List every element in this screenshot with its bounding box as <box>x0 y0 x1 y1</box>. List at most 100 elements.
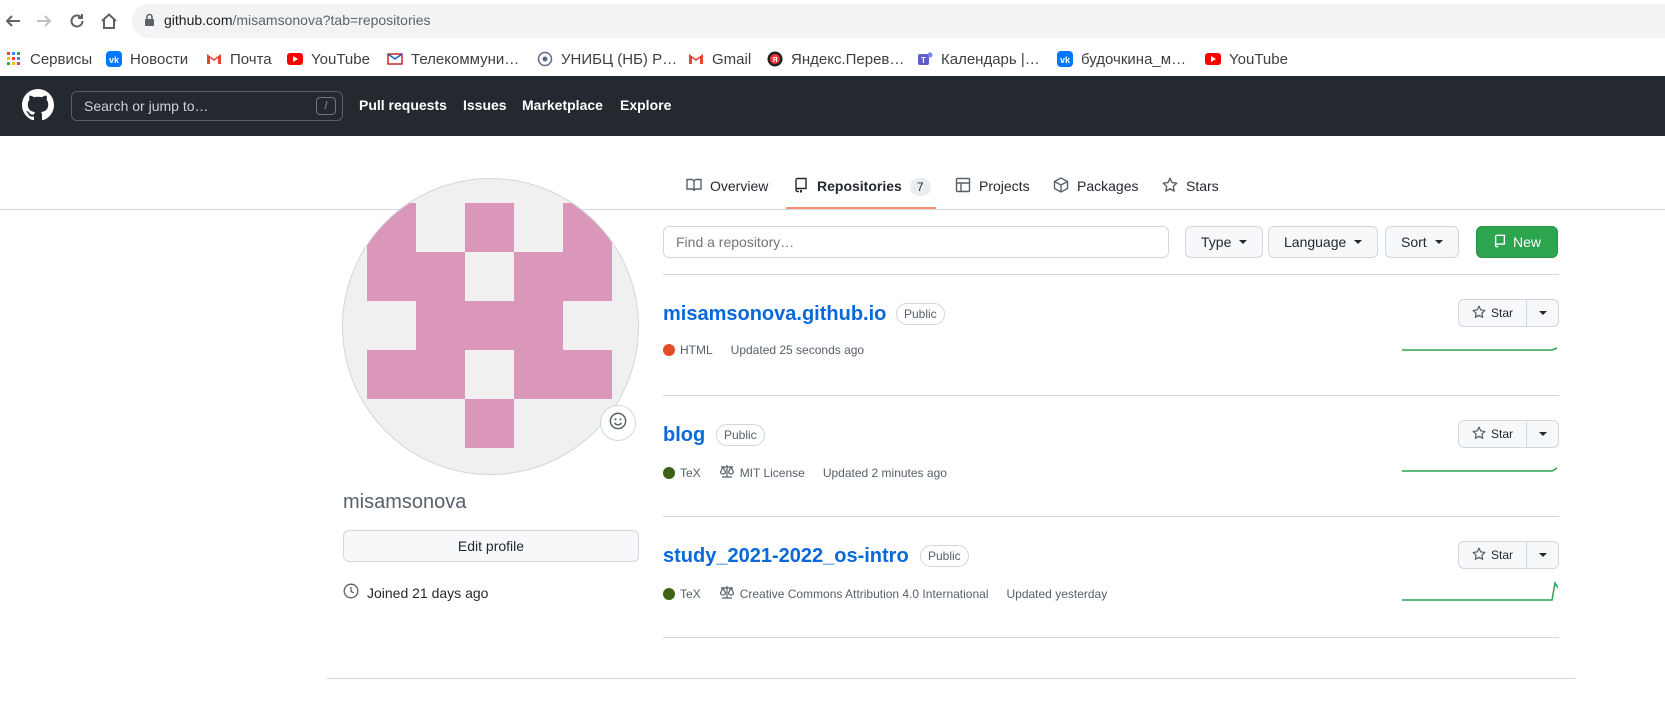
find-repository-input[interactable] <box>663 226 1169 258</box>
repo-updated: Updated 2 minutes ago <box>822 465 947 480</box>
caret-down-icon <box>1538 311 1547 315</box>
avatar[interactable] <box>342 178 639 475</box>
joined-date: Joined 21 days ago <box>343 583 488 602</box>
language-color-dot <box>663 344 675 356</box>
visibility-badge: Public <box>716 424 765 446</box>
star-icon <box>1472 547 1491 564</box>
profile-username: misamsonova <box>343 491 467 513</box>
tab-overview[interactable]: Overview <box>686 172 768 210</box>
star-button[interactable]: Star <box>1459 300 1527 326</box>
repo-link[interactable]: study_2021-2022_os-intro <box>663 545 909 568</box>
bookmark-telecom[interactable]: Телекоммуни… <box>387 50 519 68</box>
library-icon <box>537 51 553 67</box>
browser-toolbar: github.com/misamsonova?tab=repositories <box>0 0 1665 42</box>
svg-text:vk: vk <box>1060 55 1071 65</box>
global-search-input[interactable]: Search or jump to… / <box>71 91 343 121</box>
forward-icon[interactable] <box>33 10 55 32</box>
package-icon <box>1053 177 1069 196</box>
type-filter-button[interactable]: Type <box>1185 226 1264 258</box>
svg-text:Я: Я <box>772 57 777 64</box>
nav-pull-requests[interactable]: Pull requests <box>359 97 447 113</box>
repo-icon <box>1493 234 1513 251</box>
github-header: Search or jump to… / Pull requests Issue… <box>0 76 1665 136</box>
search-placeholder: Search or jump to… <box>84 98 209 114</box>
activity-sparkline <box>1402 467 1558 472</box>
divider <box>663 516 1559 517</box>
gmail-icon <box>206 51 222 67</box>
bookmark-services[interactable]: Сервисы <box>6 50 92 68</box>
law-icon <box>719 464 740 481</box>
nav-explore[interactable]: Explore <box>620 97 671 113</box>
star-button-group: Star <box>1458 420 1559 448</box>
caret-down-icon <box>1239 240 1248 244</box>
repo-license: MIT License <box>739 465 805 480</box>
bookmark-youtube-1[interactable]: YouTube <box>287 50 370 68</box>
activity-sparkline <box>1402 347 1558 351</box>
activity-sparkline <box>1402 580 1558 601</box>
caret-down-icon <box>1538 432 1547 436</box>
clock-icon <box>343 583 367 602</box>
bookmark-gmail[interactable]: Gmail <box>688 50 751 68</box>
bookmark-vk-user[interactable]: vk будочкина_м… <box>1057 50 1186 68</box>
vk-icon: vk <box>1057 51 1073 67</box>
book-icon <box>686 177 702 196</box>
repo-language: TeX <box>680 465 701 480</box>
repo-link[interactable]: misamsonova.github.io <box>663 303 886 326</box>
sort-button[interactable]: Sort <box>1385 226 1459 258</box>
star-icon <box>1472 426 1491 443</box>
repo-icon <box>793 177 809 196</box>
set-status-button[interactable] <box>600 405 636 441</box>
vk-icon: vk <box>106 51 122 67</box>
repo-updated: Updated 25 seconds ago <box>730 343 865 357</box>
visibility-badge: Public <box>896 303 945 325</box>
bookmark-library[interactable]: УНИБЦ (НБ) Р… <box>537 50 677 68</box>
divider <box>663 395 1559 396</box>
star-icon <box>1472 305 1491 322</box>
reload-icon[interactable] <box>66 10 88 32</box>
tabs-divider <box>0 209 1665 210</box>
star-button[interactable]: Star <box>1459 542 1527 568</box>
divider <box>663 637 1559 638</box>
star-list-dropdown[interactable] <box>1527 542 1558 568</box>
caret-down-icon <box>1538 553 1547 557</box>
repo-updated: Updated yesterday <box>1006 586 1108 601</box>
visibility-badge: Public <box>920 545 969 567</box>
star-button[interactable]: Star <box>1459 421 1527 447</box>
tab-packages[interactable]: Packages <box>1053 172 1138 210</box>
language-filter-button[interactable]: Language <box>1268 226 1379 258</box>
language-color-dot <box>663 587 675 600</box>
back-icon[interactable] <box>2 10 24 32</box>
bookmark-yandex-translate[interactable]: Я Яндекс.Перев… <box>767 50 904 68</box>
repo-meta: HTML Updated 25 seconds ago <box>663 343 864 357</box>
caret-down-icon <box>1434 240 1443 244</box>
apps-grid-icon <box>6 51 22 67</box>
bookmark-news[interactable]: vk Новости <box>106 50 188 68</box>
home-icon[interactable] <box>98 10 120 32</box>
teams-icon: T <box>917 51 933 67</box>
nav-marketplace[interactable]: Marketplace <box>522 97 603 113</box>
lock-icon[interactable] <box>144 13 155 32</box>
new-repository-button[interactable]: New <box>1476 226 1558 258</box>
url-text[interactable]: github.com/misamsonova?tab=repositories <box>164 12 431 28</box>
star-list-dropdown[interactable] <box>1527 300 1558 326</box>
table-icon <box>955 177 971 196</box>
tab-repositories[interactable]: Repositories 7 <box>793 172 931 210</box>
repo-language: TeX <box>680 586 701 601</box>
tab-projects[interactable]: Projects <box>955 172 1030 210</box>
nav-issues[interactable]: Issues <box>463 97 507 113</box>
bookmark-youtube-2[interactable]: YouTube <box>1205 50 1288 68</box>
svg-text:vk: vk <box>109 55 120 65</box>
star-icon <box>1162 177 1178 196</box>
tab-stars[interactable]: Stars <box>1162 172 1219 210</box>
repo-language: HTML <box>680 343 713 357</box>
footer-divider <box>327 678 1575 679</box>
repo-meta: TeX MIT License Updated 2 minutes ago <box>663 464 947 481</box>
youtube-icon <box>287 51 303 67</box>
github-logo-icon[interactable] <box>22 89 54 126</box>
bookmark-mail[interactable]: Почта <box>206 50 272 68</box>
edit-profile-button[interactable]: Edit profile <box>343 530 639 562</box>
repo-link[interactable]: blog <box>663 424 705 447</box>
bookmark-calendar[interactable]: T Календарь |… <box>917 50 1040 68</box>
star-button-group: Star <box>1458 541 1559 569</box>
star-list-dropdown[interactable] <box>1527 421 1558 447</box>
